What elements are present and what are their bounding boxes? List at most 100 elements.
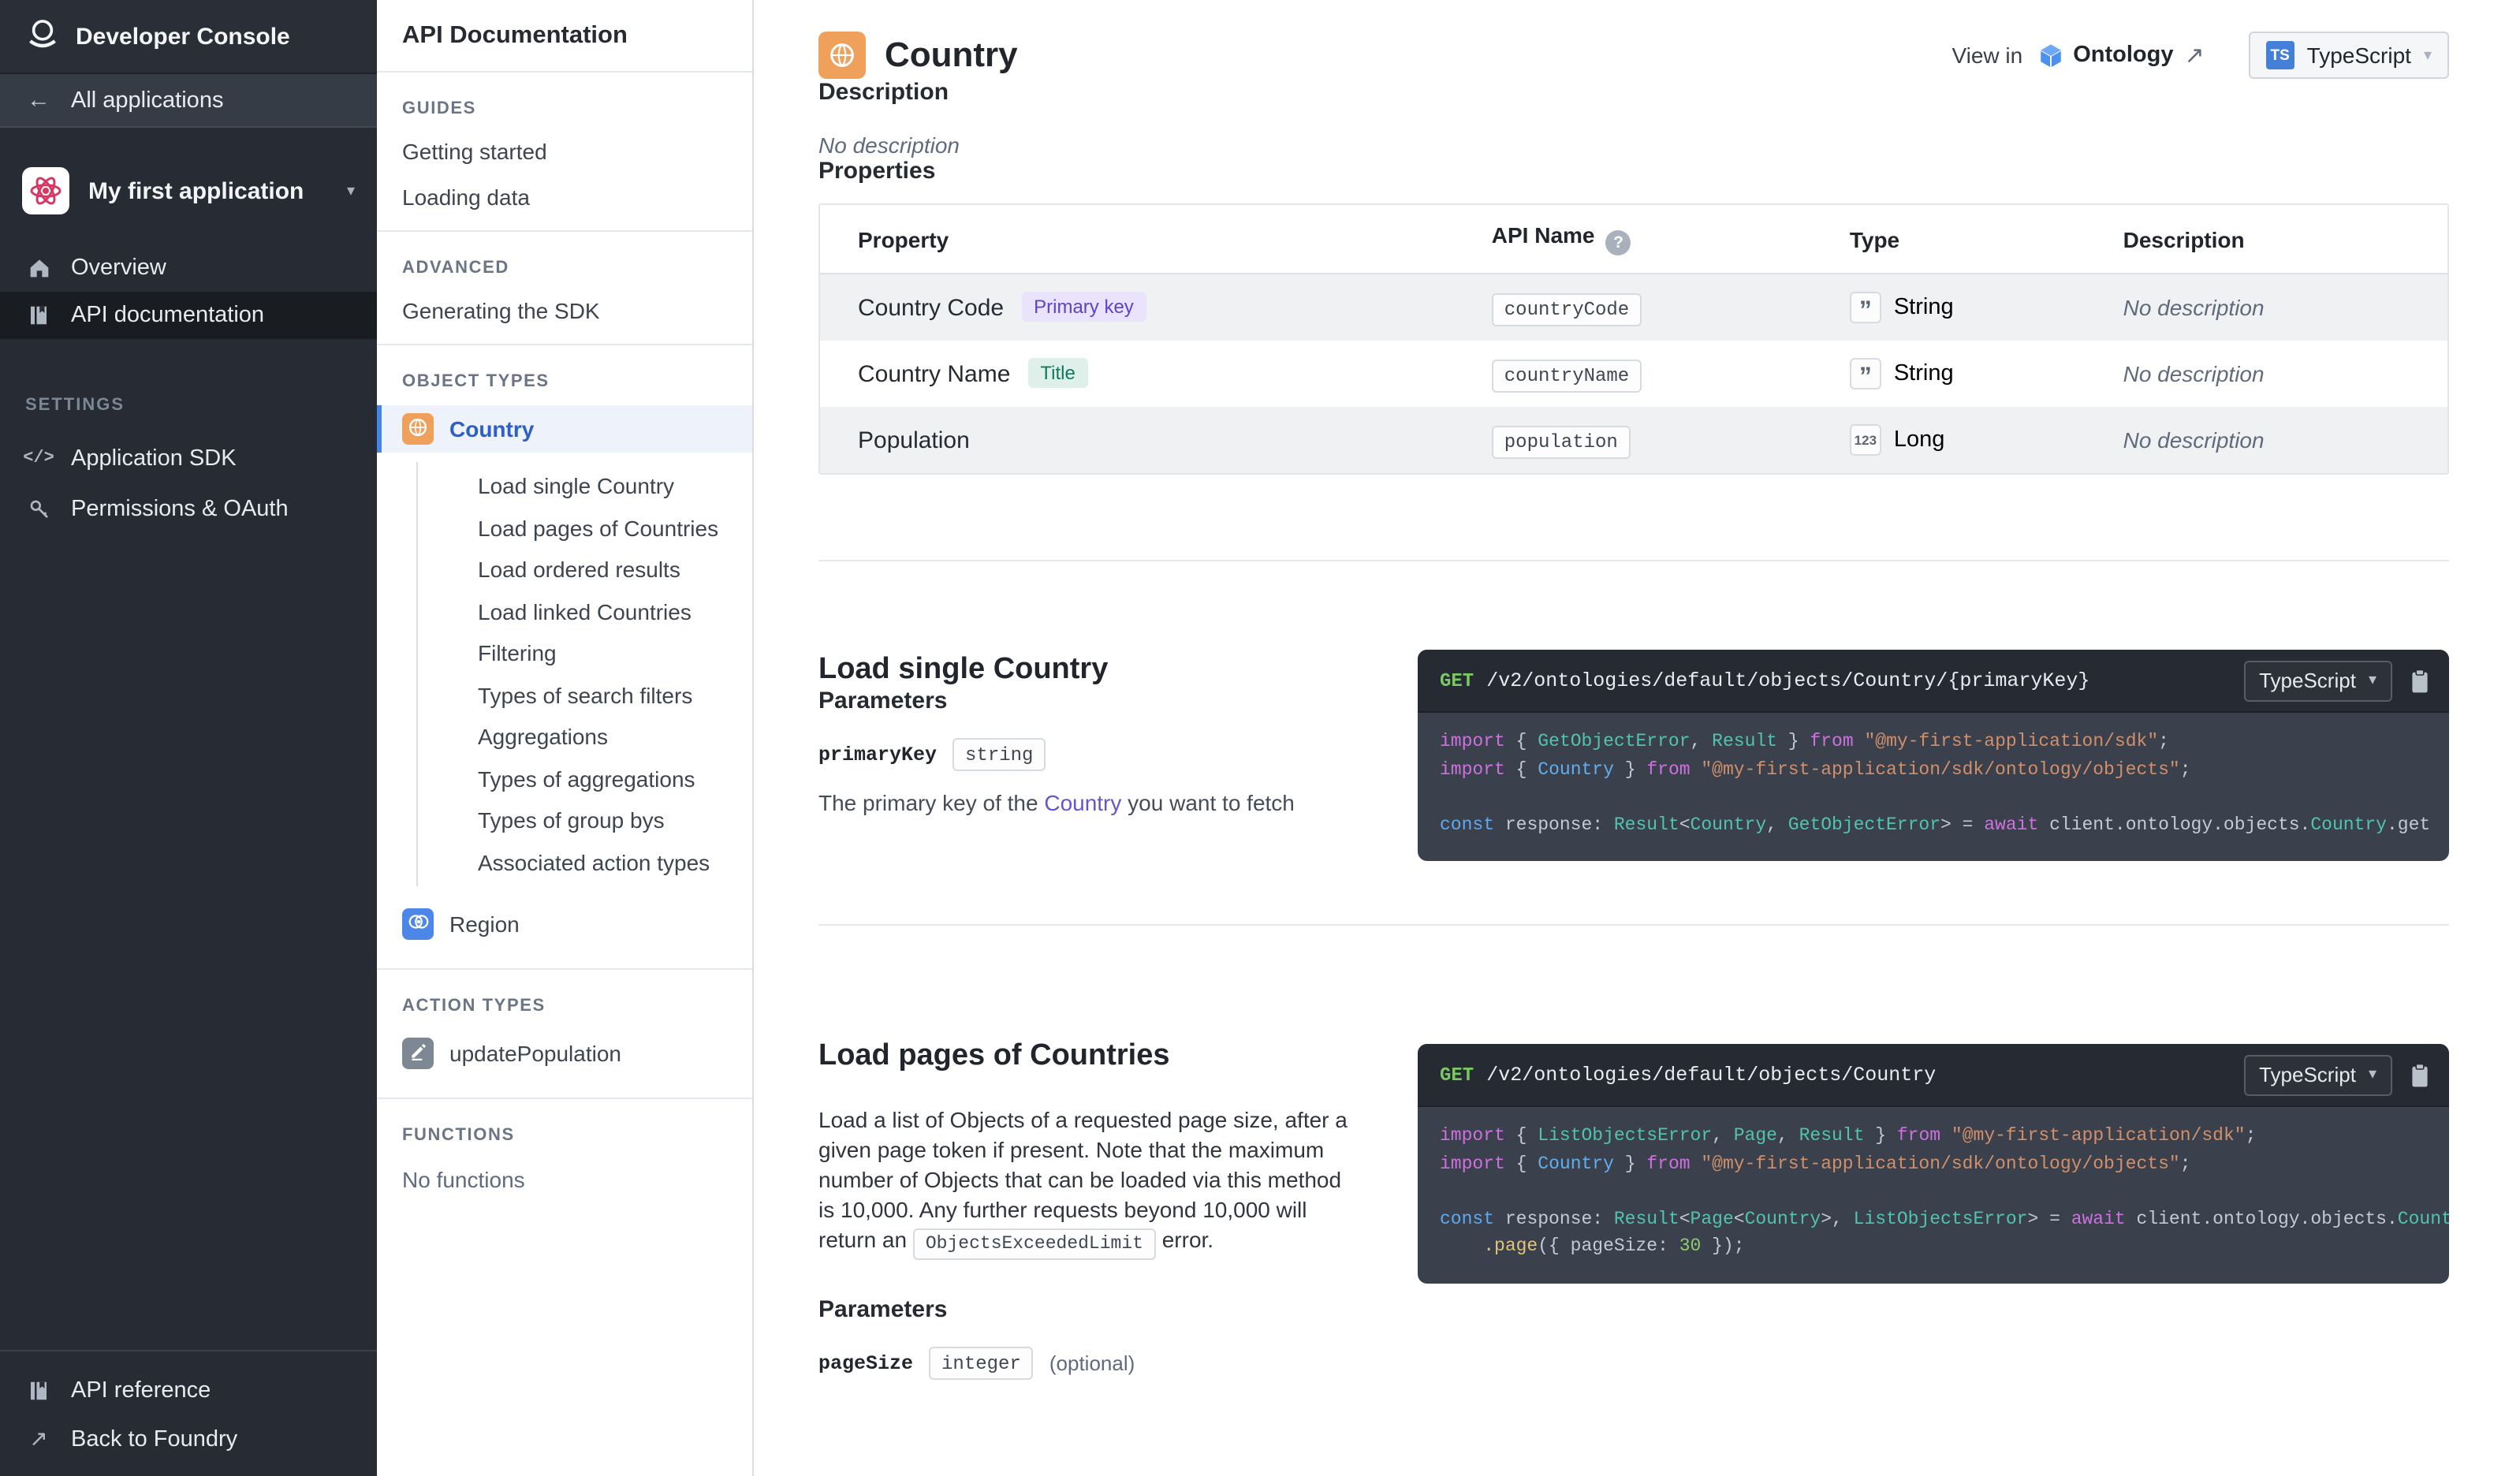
description-cell: No description (2108, 341, 2447, 407)
code-block-body: import { GetObjectError, Result } from "… (1418, 713, 2449, 861)
parameter-name: primaryKey (818, 744, 937, 766)
code-line: .page({ pageSize: 30 }); (1440, 1233, 2449, 1261)
all-applications-link[interactable]: ← All applications (0, 74, 377, 128)
region-icon (402, 908, 434, 940)
parameter-row: primaryKeystring (818, 738, 1355, 771)
properties-table: Property API Name? Type Description Country… (818, 203, 2449, 475)
pencil-icon (408, 1041, 428, 1066)
settings-item-permissions-oauth[interactable]: Permissions & OAuth (0, 484, 377, 535)
doc-nav-sub-load-pages-of-countries[interactable]: Load pages of Countries (478, 507, 752, 549)
doc-nav-object-updatepopulation[interactable]: updatePopulation (377, 1030, 752, 1077)
object-label: Country (449, 416, 534, 442)
page-header: Country View in Ontology ↗ TS TypeScript… (818, 32, 2449, 79)
doc-nav-sub-associated-action-types[interactable]: Associated action types (478, 841, 752, 883)
view-in-ontology-link[interactable]: View in Ontology ↗ (1952, 41, 2204, 69)
code-block: GET/v2/ontologies/default/objects/Countr… (1418, 1044, 2449, 1283)
footer-item-label: API reference (71, 1377, 211, 1403)
doc-nav-sub-load-single-country[interactable]: Load single Country (478, 465, 752, 507)
code-language-label: TypeScript (2259, 1063, 2356, 1086)
code-line: import { Country } from "@my-first-appli… (1440, 756, 2449, 784)
parameters-heading: Parameters (818, 1296, 1355, 1323)
column-header-type: Type (1834, 205, 2108, 274)
property-cell: Country Code Primary key (820, 274, 1476, 341)
back-arrow-icon: ← (27, 87, 50, 114)
globe-icon (402, 413, 434, 445)
help-icon[interactable]: ? (1606, 230, 1631, 255)
type-cell: 123Long (1850, 407, 2092, 473)
doc-nav-sub-types-of-group-bys[interactable]: Types of group bys (478, 800, 752, 841)
doc-nav-title: API Documentation (377, 0, 752, 73)
doc-nav-sub-types-of-search-filters[interactable]: Types of search filters (478, 674, 752, 716)
section-text-column: Load single CountryParametersprimaryKeys… (818, 561, 1355, 861)
parameter-description: The primary key of the Country you want … (818, 790, 1355, 815)
footer-item-back-to-foundry[interactable]: ↗Back to Foundry (0, 1414, 377, 1463)
doc-nav-sub-aggregations[interactable]: Aggregations (478, 716, 752, 758)
doc-nav-sub-load-linked-countries[interactable]: Load linked Countries (478, 591, 752, 632)
doc-nav-empty-label: No functions (377, 1167, 752, 1192)
column-header-label: API Name (1492, 222, 1595, 248)
primary-key-badge: Primary key (1021, 292, 1146, 322)
type-cell-td: 123Long (1834, 407, 2108, 473)
code-block-body: import { ListObjectsError, Page, Result … (1418, 1107, 2449, 1283)
page-title: Country (885, 35, 1018, 76)
app-sidebar: Developer Console ← All applications My … (0, 0, 377, 1476)
description-value: No description (2123, 427, 2265, 452)
code-block-header: GET/v2/ontologies/default/objects/Countr… (1418, 1044, 2449, 1107)
code-line: import { ListObjectsError, Page, Result … (1440, 1123, 2449, 1150)
copy-code-button[interactable] (2410, 668, 2430, 693)
doc-nav-object-region[interactable]: Region (377, 900, 752, 948)
error-code-chip: ObjectsExceededLimit (913, 1228, 1156, 1259)
api-name-cell: countryName (1476, 341, 1834, 407)
properties-heading: Properties (818, 158, 2449, 184)
code-icon: </> (25, 449, 52, 468)
sidebar-settings-nav: </>Application SDKPermissions & OAuth (0, 434, 377, 535)
doc-nav-section-header: FUNCTIONS (402, 1126, 727, 1145)
settings-item-application-sdk[interactable]: </>Application SDK (0, 434, 377, 484)
api-name-chip: countryName (1492, 359, 1642, 392)
code-language-select[interactable]: TypeScript▾ (2243, 1054, 2392, 1095)
code-line: const response: Result<Country, GetObjec… (1440, 811, 2449, 839)
doc-nav-link-loading-data[interactable]: Loading data (377, 184, 752, 210)
footer-item-api-reference[interactable]: API reference (0, 1366, 377, 1414)
column-header-description: Description (2108, 205, 2447, 274)
description-cell: No description (2108, 274, 2447, 341)
chevron-down-icon[interactable]: ▾ (347, 182, 355, 199)
type-cell-td: ”String (1834, 341, 2108, 407)
http-method-label: GET (1440, 1064, 1474, 1086)
doc-nav-link-getting-started[interactable]: Getting started (377, 139, 752, 164)
footer-item-label: Back to Foundry (71, 1426, 237, 1452)
copy-code-button[interactable] (2410, 1062, 2430, 1087)
parameter-description-text-after: you want to fetch (1121, 790, 1294, 815)
doc-nav-sub-filtering[interactable]: Filtering (478, 632, 752, 674)
type-label: String (1894, 295, 1954, 320)
column-header-label: Property (858, 226, 949, 252)
region-icon (406, 911, 430, 937)
application-switcher[interactable]: My first application ▾ (0, 156, 377, 226)
doc-nav-link-generating-the-sdk[interactable]: Generating the SDK (377, 298, 752, 323)
property-name: Population (858, 427, 970, 453)
column-header-label: Type (1850, 226, 1899, 252)
sidebar-item-overview[interactable]: Overview (0, 244, 377, 292)
column-header-api-name: API Name? (1476, 205, 1834, 274)
property-cell: Country NameTitle (820, 341, 1476, 407)
developer-console-logo-icon (25, 16, 60, 57)
doc-nav-sub-load-ordered-results[interactable]: Load ordered results (478, 549, 752, 591)
application-atom-icon (22, 167, 69, 214)
doc-nav-sub-types-of-aggregations[interactable]: Types of aggregations (478, 758, 752, 800)
country-link[interactable]: Country (1044, 790, 1121, 815)
book-icon (25, 303, 52, 328)
code-language-select[interactable]: TypeScript▾ (2243, 660, 2392, 701)
property-name: Country Code (858, 294, 1004, 321)
main-content: Country View in Ontology ↗ TS TypeScript… (754, 0, 2520, 1476)
type-label: String (1894, 361, 1954, 386)
section-intro: Load a list of Objects of a requested pa… (818, 1105, 1355, 1258)
language-select-button[interactable]: TS TypeScript ▾ (2249, 32, 2449, 79)
description-heading: Description (818, 79, 2449, 106)
doc-nav-sections: GUIDESGetting startedLoading dataADVANCE… (377, 99, 752, 1213)
sidebar-item-api-documentation[interactable]: API documentation (0, 292, 377, 339)
doc-nav-section-action-types: ACTION TYPESupdatePopulation (377, 997, 752, 1099)
pencil-icon (402, 1038, 434, 1069)
column-header-label: Description (2123, 226, 2245, 252)
api-name-cell: countryCode (1476, 274, 1834, 341)
doc-nav-object-country[interactable]: Country (377, 405, 752, 453)
